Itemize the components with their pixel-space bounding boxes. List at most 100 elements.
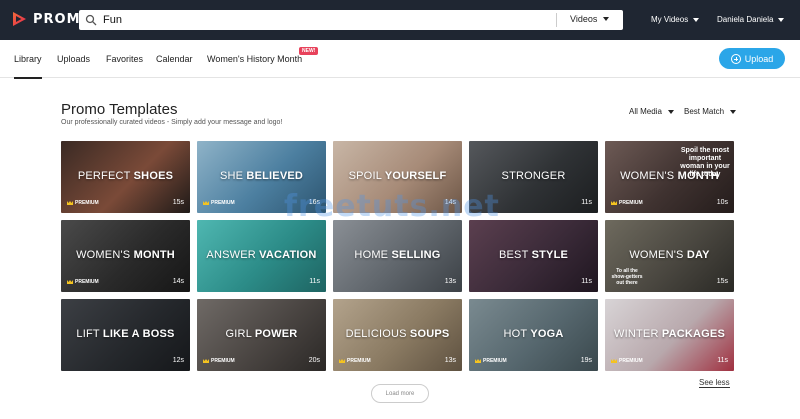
card-title-light: WOMEN'S — [620, 170, 675, 182]
card-title: WINTER PACKAGES — [605, 328, 734, 340]
card-title: PERFECT SHOES — [61, 170, 190, 182]
card-duration: 20s — [308, 357, 320, 364]
chevron-down-icon — [778, 17, 785, 22]
crown-icon — [611, 201, 617, 205]
card-title-bold: YOURSELF — [384, 170, 447, 182]
search-icon — [85, 14, 97, 26]
chevron-down-icon — [693, 17, 700, 22]
crown-icon — [203, 201, 209, 205]
search-scope-dropdown[interactable]: Videos — [570, 14, 610, 24]
template-card[interactable]: HOT YOGA PREMIUM 19s — [469, 299, 598, 371]
see-less-link[interactable]: See less — [699, 378, 730, 388]
card-duration: 11s — [309, 278, 320, 285]
premium-label: PREMIUM — [75, 279, 99, 285]
library-tabs: Library Uploads Favorites Calendar Women… — [0, 40, 800, 79]
upload-button[interactable]: Upload — [719, 48, 785, 69]
card-title-bold: BELIEVED — [246, 170, 304, 182]
premium-label: PREMIUM — [211, 200, 235, 206]
tab-uploads[interactable]: Uploads — [57, 54, 90, 64]
card-title-light: BEST — [498, 249, 529, 261]
card-title-light: DELICIOUS — [345, 328, 407, 340]
premium-label: PREMIUM — [75, 200, 99, 206]
template-card[interactable]: ANSWER VACATION 11s — [197, 220, 326, 292]
card-title: HOME SELLING — [333, 249, 462, 261]
crown-icon — [339, 359, 345, 363]
promo-logo-icon — [13, 12, 26, 26]
crown-icon — [67, 280, 73, 284]
search-divider — [556, 13, 557, 27]
template-card[interactable]: DELICIOUS SOUPS PREMIUM 13s — [333, 299, 462, 371]
card-title-light: WINTER — [614, 328, 659, 340]
card-title-bold: DAY — [686, 249, 710, 261]
premium-label: PREMIUM — [483, 358, 507, 364]
card-duration: 19s — [580, 357, 592, 364]
card-overlay-text: To all the show-getters out there — [611, 268, 643, 286]
card-title: ANSWER VACATION — [197, 249, 326, 261]
card-duration: 13s — [444, 278, 456, 285]
page-title: Promo Templates — [61, 101, 178, 118]
template-card[interactable]: PERFECT SHOES PREMIUM 15s — [61, 141, 190, 213]
crown-icon — [203, 359, 209, 363]
card-title: GIRL POWER — [197, 328, 326, 340]
card-title-light: HOME — [354, 249, 389, 261]
load-more-button[interactable]: Load more — [371, 384, 429, 403]
premium-badge: PREMIUM — [203, 358, 235, 364]
user-name: Daniela Daniela — [717, 15, 774, 24]
card-title-light: WOMEN'S — [76, 249, 131, 261]
search-bar: Videos — [79, 10, 623, 30]
tab-calendar[interactable]: Calendar — [156, 54, 193, 64]
card-title-bold: STYLE — [531, 249, 569, 261]
template-card[interactable]: LIFT LIKE A BOSS 12s — [61, 299, 190, 371]
template-card[interactable]: WINTER PACKAGES PREMIUM 11s — [605, 299, 734, 371]
premium-label: PREMIUM — [211, 358, 235, 364]
new-badge: NEW! — [299, 47, 319, 55]
crown-icon — [611, 359, 617, 363]
template-card[interactable]: WOMEN'S MONTH PREMIUM 14s — [61, 220, 190, 292]
premium-badge: PREMIUM — [339, 358, 371, 364]
card-title-light: GIRL — [225, 328, 252, 340]
upload-label: Upload — [744, 53, 774, 64]
sort-label: Best Match — [684, 107, 725, 116]
premium-label: PREMIUM — [619, 358, 643, 364]
my-videos-menu[interactable]: My Videos — [651, 15, 700, 24]
sort-dropdown[interactable]: Best Match — [684, 107, 737, 116]
card-duration: 12s — [172, 357, 184, 364]
media-filter-label: All Media — [629, 107, 662, 116]
tab-womens-history-month[interactable]: Women's History Month — [207, 54, 302, 64]
premium-badge: PREMIUM — [67, 279, 99, 285]
tab-library[interactable]: Library — [14, 54, 42, 79]
template-card[interactable]: BEST STYLE 11s — [469, 220, 598, 292]
watermark: freetuts.net — [284, 189, 500, 224]
card-duration: 13s — [444, 357, 456, 364]
tab-favorites[interactable]: Favorites — [106, 54, 143, 64]
search-input[interactable] — [103, 14, 553, 26]
card-title: WOMEN'S MONTH — [61, 249, 190, 261]
card-title-light: PERFECT — [77, 170, 131, 182]
premium-badge: PREMIUM — [611, 358, 643, 364]
card-title-bold: VACATION — [259, 249, 317, 261]
premium-badge: PREMIUM — [203, 200, 235, 206]
card-title-bold: SOUPS — [409, 328, 450, 340]
crown-icon — [67, 201, 73, 205]
card-title: HOT YOGA — [469, 328, 598, 340]
template-card[interactable]: WOMEN'S DAY To all the show-getters out t… — [605, 220, 734, 292]
template-card[interactable]: WOMEN'S MONTH Spoil the most important wo… — [605, 141, 734, 213]
media-filter-dropdown[interactable]: All Media — [629, 107, 674, 116]
card-title-light: ANSWER — [206, 249, 256, 261]
template-card[interactable]: HOME SELLING 13s — [333, 220, 462, 292]
card-title-bold: SELLING — [391, 249, 441, 261]
card-duration: 14s — [172, 278, 184, 285]
user-menu[interactable]: Daniela Daniela — [717, 15, 785, 24]
card-title-light: SPOIL — [348, 170, 382, 182]
card-title-light: HOT — [503, 328, 528, 340]
top-bar: PROMO Videos My Videos Daniela Daniela — [0, 0, 800, 40]
premium-badge: PREMIUM — [475, 358, 507, 364]
card-overlay-text: Spoil the most important woman in your l… — [680, 147, 730, 178]
template-card[interactable]: GIRL POWER PREMIUM 20s — [197, 299, 326, 371]
card-title-bold: POWER — [254, 328, 298, 340]
card-duration: 15s — [716, 278, 728, 285]
card-title: BEST STYLE — [469, 249, 598, 261]
card-duration: 11s — [717, 357, 728, 364]
premium-badge: PREMIUM — [67, 200, 99, 206]
card-title-bold: YOGA — [530, 328, 564, 340]
